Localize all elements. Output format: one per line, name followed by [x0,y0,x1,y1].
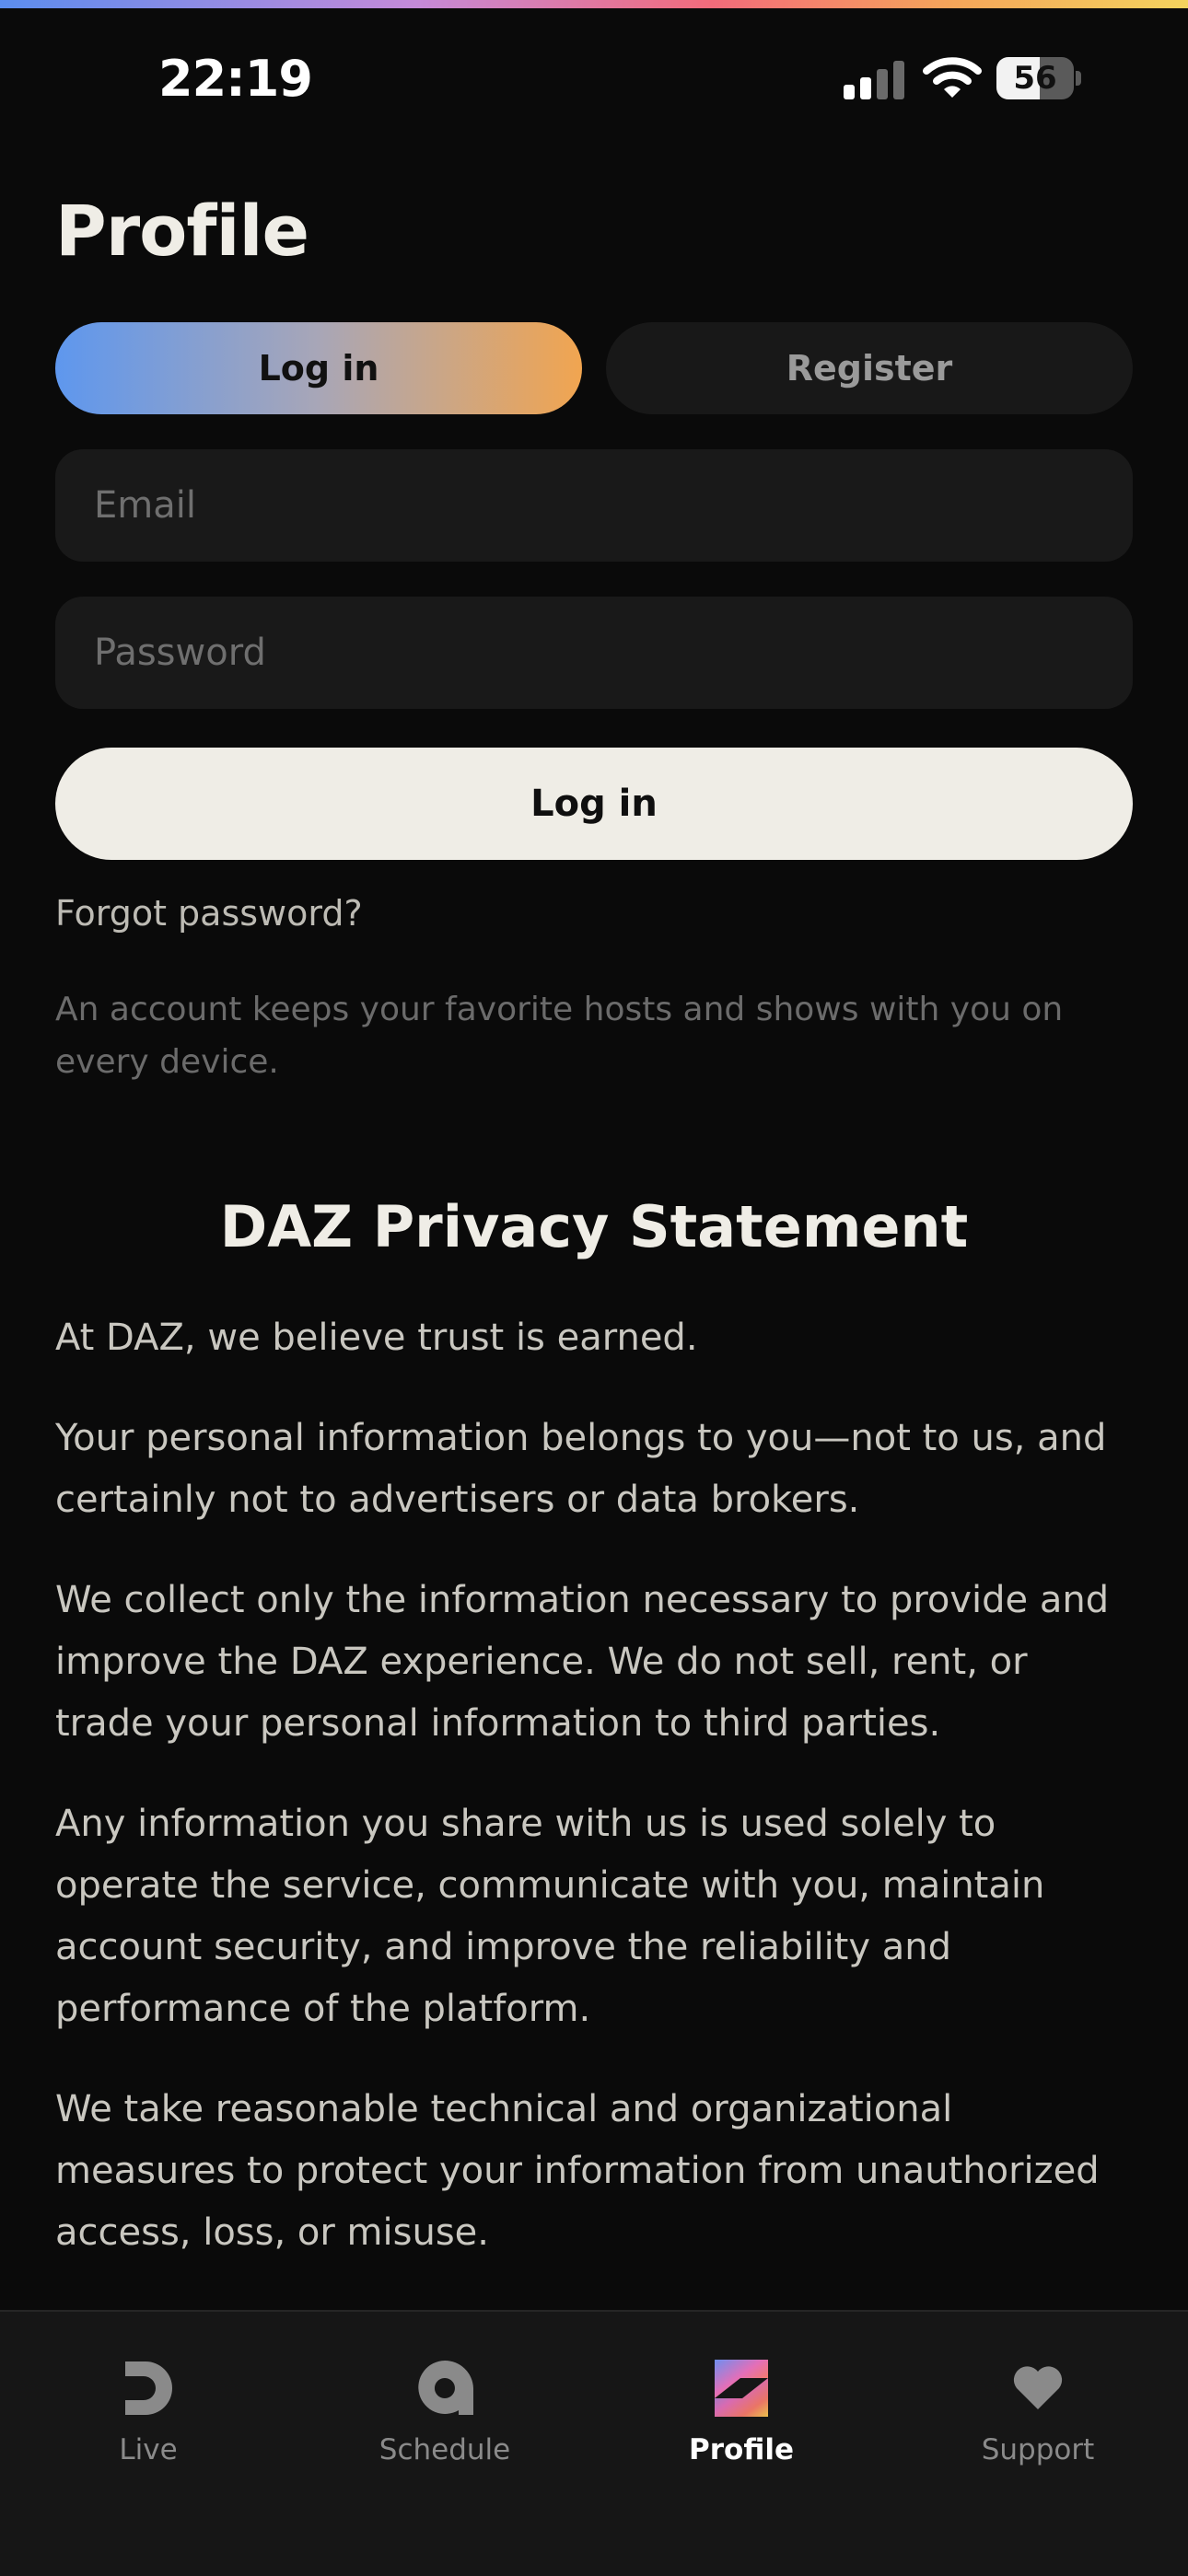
tab-support[interactable]: Support [890,2349,1186,2477]
battery-level: 56 [1013,60,1057,97]
log-in-button[interactable]: Log in [55,748,1133,860]
page-title: Profile [55,190,309,272]
privacy-paragraph: Your personal information belongs to you… [55,1417,1107,1521]
battery-icon: 56 [996,57,1081,99]
password-field[interactable] [55,597,1133,709]
live-icon [125,2361,172,2415]
privacy-statement: At DAZ, we believe trust is earned. Your… [55,1307,1133,2303]
tab-log-in[interactable]: Log in [55,322,582,414]
heart-icon [1013,2366,1063,2409]
bottom-tab-bar: Live Schedule Profile Support [0,2310,1188,2576]
forgot-password-link[interactable]: Forgot password? [55,893,363,934]
schedule-icon [418,2361,473,2415]
auth-tabs: Log in Register [55,322,1133,414]
tab-label: Support [981,2433,1095,2466]
privacy-paragraph: Any information you share with us is use… [55,1803,1045,2030]
wifi-icon [923,57,982,98]
cellular-signal-icon [842,61,906,99]
privacy-paragraph: We collect only the information necessar… [55,1579,1110,1745]
privacy-paragraph: At DAZ, we believe trust is earned. [55,1317,698,1359]
email-field[interactable] [55,449,1133,562]
tab-label: Schedule [379,2433,511,2466]
profile-z-icon [715,2360,768,2417]
tab-schedule[interactable]: Schedule [297,2349,593,2477]
tab-label: Profile [689,2433,794,2466]
tab-register[interactable]: Register [606,322,1133,414]
tab-label: Live [119,2433,178,2466]
privacy-title: DAZ Privacy Statement [219,1193,969,1260]
privacy-paragraph: We take reasonable technical and organiz… [55,2088,1100,2254]
status-time: 22:19 [158,50,313,108]
tab-live[interactable]: Live [0,2349,297,2477]
status-bar: 22:19 56 [0,0,1188,147]
account-note: An account keeps your favorite hosts and… [55,991,1064,1081]
tab-profile[interactable]: Profile [593,2349,890,2477]
